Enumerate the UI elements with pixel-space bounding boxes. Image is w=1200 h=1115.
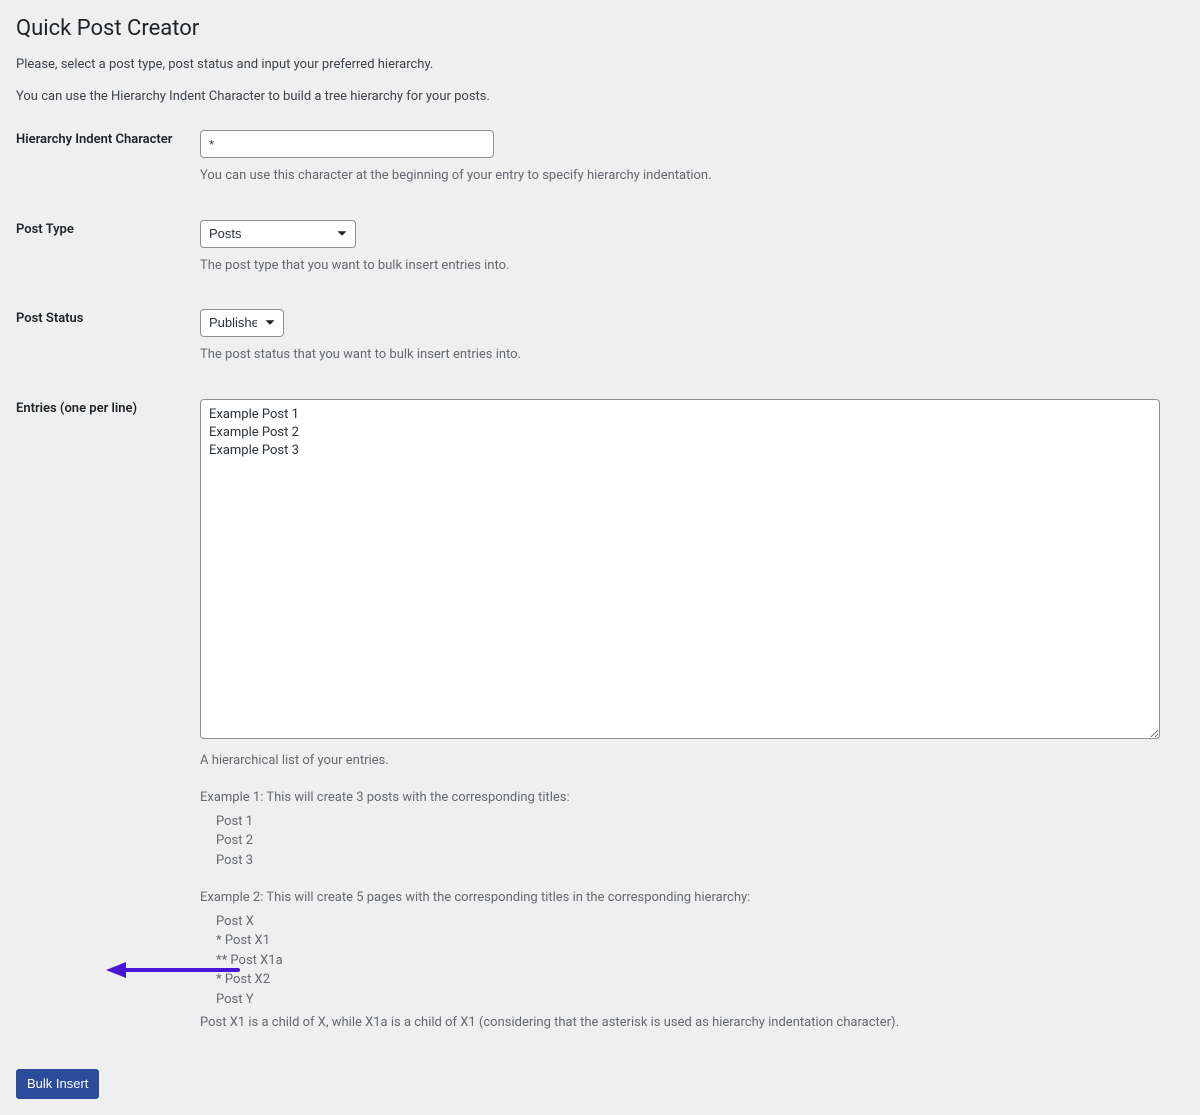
example2-footer: Post X1 is a child of X, while X1a is a … bbox=[200, 1013, 1184, 1033]
example2-line4: * Post X2 bbox=[200, 970, 1184, 990]
example1-title: Example 1: This will create 3 posts with… bbox=[200, 788, 1184, 808]
intro-text-1: Please, select a post type, post status … bbox=[16, 55, 1184, 75]
entries-textarea[interactable] bbox=[200, 399, 1160, 739]
example2-line1: Post X bbox=[200, 912, 1184, 932]
example2-line5: Post Y bbox=[200, 990, 1184, 1010]
post-status-description: The post status that you want to bulk in… bbox=[200, 345, 1184, 365]
indent-char-input[interactable] bbox=[200, 130, 494, 158]
example2-line2: * Post X1 bbox=[200, 931, 1184, 951]
page-title: Quick Post Creator bbox=[16, 16, 1184, 41]
post-type-select[interactable]: Posts bbox=[200, 220, 356, 248]
example2-line3: ** Post X1a bbox=[200, 951, 1184, 971]
entries-label: Entries (one per line) bbox=[16, 389, 200, 1057]
example1-line1: Post 1 bbox=[200, 812, 1184, 832]
intro-text-2: You can use the Hierarchy Indent Charact… bbox=[16, 87, 1184, 107]
post-status-label: Post Status bbox=[16, 299, 200, 389]
entries-description: A hierarchical list of your entries. bbox=[200, 751, 1184, 771]
post-status-select[interactable]: Published bbox=[200, 309, 284, 337]
bulk-insert-button[interactable]: Bulk Insert bbox=[16, 1069, 99, 1099]
indent-char-description: You can use this character at the beginn… bbox=[200, 166, 1184, 186]
post-type-label: Post Type bbox=[16, 210, 200, 300]
example1-line3: Post 3 bbox=[200, 851, 1184, 871]
indent-char-label: Hierarchy Indent Character bbox=[16, 120, 200, 210]
post-type-description: The post type that you want to bulk inse… bbox=[200, 256, 1184, 276]
example2-title: Example 2: This will create 5 pages with… bbox=[200, 888, 1184, 908]
example1-line2: Post 2 bbox=[200, 831, 1184, 851]
